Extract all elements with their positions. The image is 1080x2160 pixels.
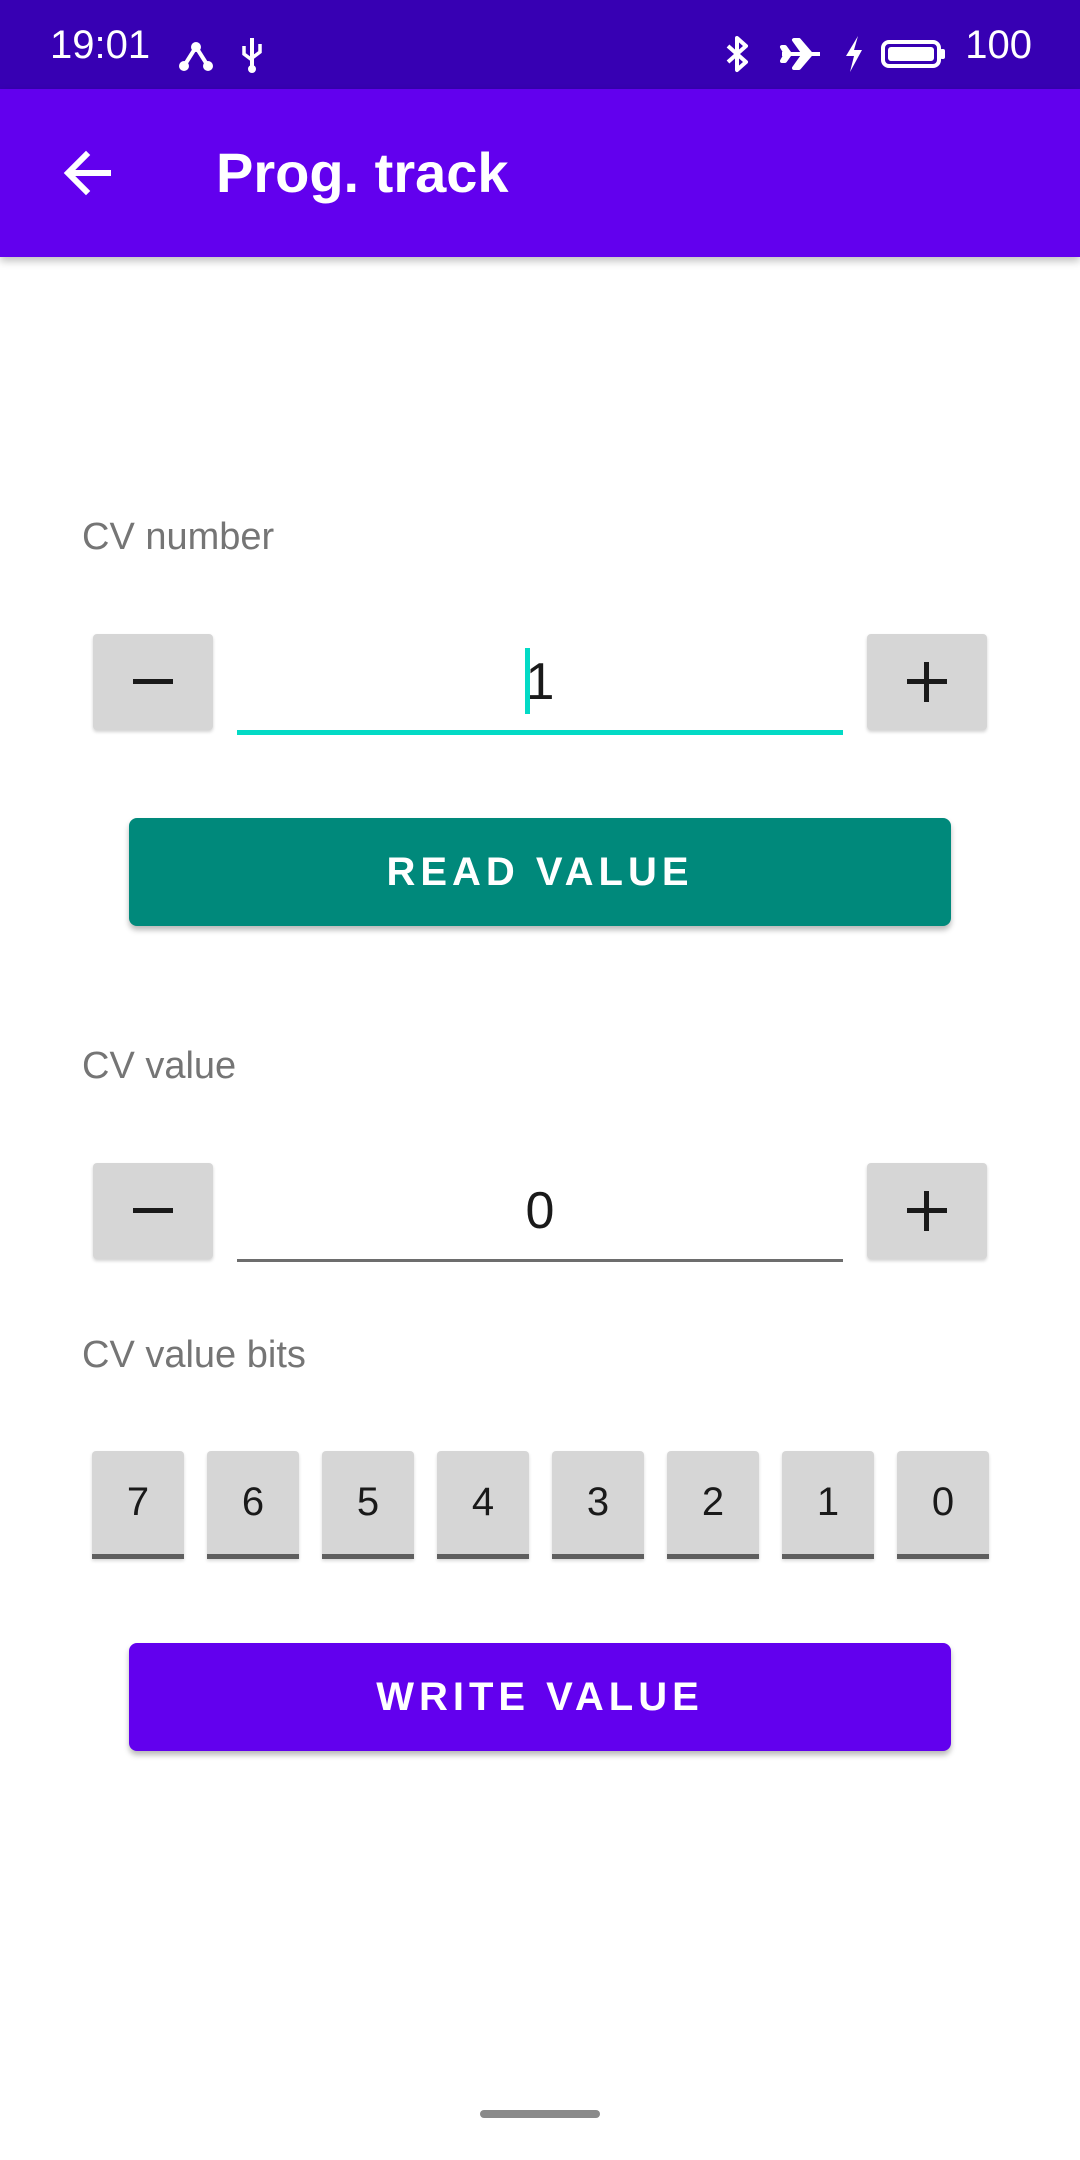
bit-6-toggle[interactable]: 6 (207, 1451, 299, 1559)
cv-value-bits-label: CV value bits (82, 1334, 306, 1376)
battery-icon (881, 40, 945, 68)
minus-icon (133, 1208, 173, 1213)
cv-value-input[interactable]: 0 (237, 1163, 843, 1262)
arrow-back-icon (63, 150, 111, 196)
page-title: Prog. track (216, 141, 509, 204)
bit-0-toggle[interactable]: 0 (897, 1451, 989, 1559)
gesture-navigation-bar[interactable] (480, 2110, 600, 2118)
charging-icon (846, 36, 862, 72)
bit-2-toggle[interactable]: 2 (667, 1451, 759, 1559)
plus-icon (907, 1191, 947, 1231)
share-network-icon (179, 42, 213, 71)
minus-icon (133, 679, 173, 684)
bit-1-toggle[interactable]: 1 (782, 1451, 874, 1559)
cv-value-label: CV value (82, 1045, 237, 1087)
cv-number-decrement-button[interactable] (93, 634, 213, 730)
read-value-button[interactable]: READ VALUE (129, 818, 951, 926)
bit-4-toggle[interactable]: 4 (437, 1451, 529, 1559)
app-bar: Prog. track (0, 89, 1080, 257)
usb-icon (242, 38, 262, 73)
status-bar: 19:01 100 (0, 0, 1080, 89)
bluetooth-icon (726, 36, 748, 72)
bit-7-toggle[interactable]: 7 (92, 1451, 184, 1559)
status-time: 19:01 (50, 23, 151, 67)
airplane-mode-icon (780, 38, 820, 70)
cv-value-increment-button[interactable] (867, 1163, 987, 1259)
bit-3-toggle[interactable]: 3 (552, 1451, 644, 1559)
plus-icon (907, 662, 947, 702)
cv-number-label: CV number (82, 516, 275, 558)
text-cursor (525, 648, 530, 714)
back-button[interactable] (40, 125, 136, 221)
cv-bits-row: 7 6 5 4 3 2 1 0 (92, 1451, 990, 1559)
cv-value-value: 0 (525, 1182, 555, 1240)
cv-number-increment-button[interactable] (867, 634, 987, 730)
cv-number-input[interactable]: 1 (237, 634, 843, 735)
bit-5-toggle[interactable]: 5 (322, 1451, 414, 1559)
cv-value-decrement-button[interactable] (93, 1163, 213, 1259)
battery-percentage: 100 (965, 23, 1032, 67)
write-value-button[interactable]: WRITE VALUE (129, 1643, 951, 1751)
